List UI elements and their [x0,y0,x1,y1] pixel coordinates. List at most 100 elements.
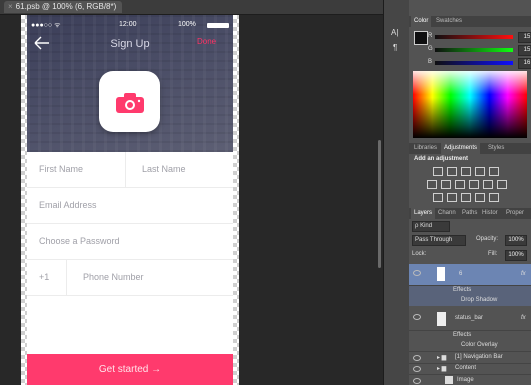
done-button[interactable]: Done [197,37,216,46]
phone-divider [66,260,67,295]
tab-layers[interactable]: Layers [411,208,436,219]
battery-icon [207,23,229,28]
layer-row-6[interactable]: 6 fx [409,264,531,286]
layer-row-status-bar[interactable]: status_bar fx [409,308,531,331]
layer-thumbnail [437,312,446,326]
red-value[interactable]: 15 [518,32,531,43]
color-overlay-row[interactable]: Color Overlay [409,341,531,351]
brightness-icon[interactable] [433,167,443,176]
phone-mockup[interactable]: ●●●○○ ᯤ 12:00 100% Sign Up Done First Na… [27,15,233,385]
opacity-label: Opacity: [476,236,499,242]
curves-icon[interactable] [461,167,471,176]
document-tab[interactable]: × 61.psb @ 100% (6, RGB/8*) [4,1,123,13]
camera-icon [116,93,144,113]
visibility-eye-icon[interactable] [413,355,421,361]
foreground-color-swatch[interactable] [414,31,428,45]
blue-value[interactable]: 16 [518,58,531,69]
email-row: Email Address [27,188,233,224]
levels-icon[interactable] [447,167,457,176]
visibility-eye-icon[interactable] [413,270,421,276]
blue-slider[interactable] [435,61,513,65]
name-row: First Name Last Name [27,152,233,188]
layer-row-content[interactable]: ▸ ▆ Content [409,363,531,375]
status-time: 12:00 [119,21,137,28]
blend-mode-select[interactable]: Pass Through [412,235,466,246]
hue-saturation-icon[interactable] [427,180,437,189]
channel-mixer-icon[interactable] [483,180,493,189]
layer-name: [1] Navigation Bar [455,354,503,360]
tab-libraries[interactable]: Libraries [411,143,440,154]
effects-label: Effects [453,332,472,338]
paragraph-panel-icon[interactable]: ¶ [393,43,397,52]
document-tab-bar: × 61.psb @ 100% (6, RGB/8*) [0,0,383,15]
channel-label-r: R [428,33,433,39]
threshold-icon[interactable] [461,193,471,202]
layer-row-image[interactable]: Image [409,375,531,385]
country-code-field[interactable]: +1 [39,272,49,282]
tab-history[interactable]: Histor [479,208,501,219]
last-name-field[interactable]: Last Name [142,164,186,174]
green-slider[interactable] [435,48,513,52]
document-tab-title: 61.psb @ 100% (6, RGB/8*) [15,2,117,11]
drop-shadow-label: Drop Shadow [461,297,498,303]
color-overlay-label: Color Overlay [461,342,498,348]
close-tab-icon[interactable]: × [8,2,13,11]
red-slider[interactable] [435,35,513,39]
fx-badge: fx [521,271,526,277]
effects-label: Effects [453,287,472,293]
lock-label: Lock: [412,251,427,257]
green-value[interactable]: 15 [518,45,531,56]
adjustment-icons [409,165,531,207]
first-name-field[interactable]: First Name [39,164,83,174]
fill-label: Fill: [488,251,498,257]
visibility-eye-icon[interactable] [413,314,421,320]
tab-color[interactable]: Color [411,16,432,27]
tab-properties[interactable]: Proper [503,208,527,219]
visibility-eye-icon[interactable] [413,378,421,384]
layer-filter-kind[interactable]: ρ Kind [412,221,450,232]
tab-swatches[interactable]: Swatches [433,16,465,27]
exposure-icon[interactable] [475,167,485,176]
invert-icon[interactable] [433,193,443,202]
avatar-upload[interactable] [99,71,160,132]
effects-row[interactable]: Effects [409,331,531,341]
get-started-button[interactable]: Get started → [27,354,233,385]
adjustments-heading: Add an adjustment [414,156,469,162]
layer-thumbnail [437,267,445,281]
email-field[interactable]: Email Address [39,200,97,210]
gradient-map-icon[interactable] [475,193,485,202]
color-spectrum[interactable] [413,71,527,138]
channel-label-g: G [428,46,433,52]
hero-header: ●●●○○ ᯤ 12:00 100% Sign Up Done [27,15,233,152]
tab-adjustments[interactable]: Adjustments [441,143,481,154]
get-started-label: Get started → [98,364,162,375]
photo-filter-icon[interactable] [469,180,479,189]
status-battery-pct: 100% [178,21,196,28]
layer-thumbnail [445,376,453,384]
color-lookup-icon[interactable] [497,180,507,189]
adjustments-panel-tabs: Libraries Adjustments Styles [409,143,531,154]
visibility-eye-icon[interactable] [413,366,421,372]
layer-name: Content [455,365,477,371]
fx-badge: fx [521,315,526,321]
drop-shadow-row[interactable]: Drop Shadow [409,296,531,306]
fill-value[interactable]: 100% [505,250,527,261]
selective-color-icon[interactable] [489,193,499,202]
character-panel-icon[interactable]: A| [391,28,398,37]
canvas-scrollbar[interactable] [378,140,381,268]
password-field[interactable]: Choose a Password [39,236,120,246]
transparency-grid-right [233,15,239,385]
opacity-value[interactable]: 100% [505,235,527,246]
color-balance-icon[interactable] [441,180,451,189]
name-divider [125,152,126,187]
effects-row[interactable]: Effects [409,286,531,296]
layer-name: 6 [459,271,463,277]
vibrance-icon[interactable] [489,167,499,176]
tab-channels[interactable]: Chann [435,208,459,219]
tab-styles[interactable]: Styles [485,143,507,154]
black-white-icon[interactable] [455,180,465,189]
tab-paths[interactable]: Paths [459,208,480,219]
phone-row: +1 Phone Number [27,260,233,296]
posterize-icon[interactable] [447,193,457,202]
phone-number-field[interactable]: Phone Number [83,272,144,282]
